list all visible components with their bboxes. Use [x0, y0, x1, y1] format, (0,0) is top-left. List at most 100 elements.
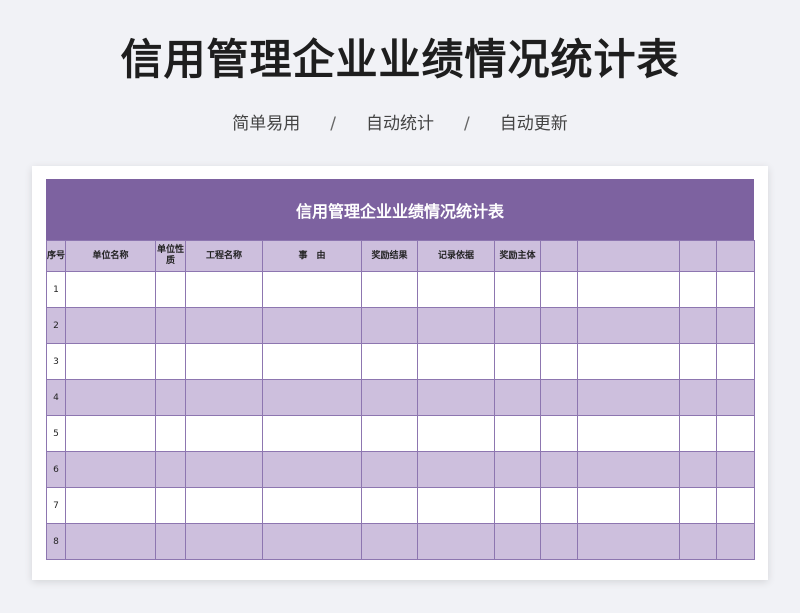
- table-row: 1: [46, 271, 755, 308]
- table-cell: [155, 271, 186, 308]
- column-header-reward-subject: 奖励主体: [494, 240, 541, 272]
- table-cell: [494, 307, 541, 344]
- table-cell: [185, 379, 263, 416]
- table-cell: [577, 487, 680, 524]
- table-cell: [716, 307, 755, 344]
- table-cell: [155, 523, 186, 560]
- table-cell: [540, 451, 578, 488]
- column-header-project-name: 工程名称: [185, 240, 263, 272]
- row-index-cell: 5: [46, 415, 66, 452]
- column-header-record-basis: 记录依据: [417, 240, 495, 272]
- table-cell: [716, 415, 755, 452]
- row-index-cell: 6: [46, 451, 66, 488]
- table-cell: [65, 379, 156, 416]
- table-cell: [716, 451, 755, 488]
- table-cell: [679, 523, 717, 560]
- table-cell: [540, 487, 578, 524]
- table-cell: [577, 451, 680, 488]
- table-cell: [417, 523, 495, 560]
- table-cell: [65, 307, 156, 344]
- table-cell: [262, 415, 362, 452]
- table-cell: [577, 343, 680, 380]
- row-index-cell: 7: [46, 487, 66, 524]
- table-cell: [65, 523, 156, 560]
- table-cell: [577, 523, 680, 560]
- table-cell: [361, 523, 418, 560]
- table-cell: [540, 523, 578, 560]
- table-cell: [262, 307, 362, 344]
- table-cell: [65, 271, 156, 308]
- table-cell: [417, 487, 495, 524]
- statistics-table: 序号 单位名称 单位性质 工程名称 事 由 奖励结果 记录依据 奖励主体 123…: [46, 240, 755, 560]
- table-cell: [65, 415, 156, 452]
- column-header-index: 序号: [46, 240, 66, 272]
- table-row: 5: [46, 415, 755, 452]
- table-cell: [417, 271, 495, 308]
- table-cell: [65, 487, 156, 524]
- sheet-header-title: 信用管理企业业绩情况统计表: [46, 179, 754, 240]
- table-cell: [361, 379, 418, 416]
- column-header-reward-result: 奖励结果: [361, 240, 418, 272]
- table-cell: [494, 487, 541, 524]
- column-header-reason: 事 由: [262, 240, 362, 272]
- tag-auto-update: 自动更新: [499, 114, 568, 134]
- table-cell: [361, 343, 418, 380]
- table-header-row: 序号 单位名称 单位性质 工程名称 事 由 奖励结果 记录依据 奖励主体: [46, 240, 755, 272]
- table-body: 12345678: [46, 271, 755, 560]
- table-cell: [679, 487, 717, 524]
- table-cell: [262, 523, 362, 560]
- table-cell: [185, 415, 263, 452]
- table-row: 2: [46, 307, 755, 344]
- table-row: 8: [46, 523, 755, 560]
- table-cell: [417, 343, 495, 380]
- table-cell: [577, 307, 680, 344]
- table-cell: [494, 451, 541, 488]
- table-cell: [494, 523, 541, 560]
- table-cell: [65, 451, 156, 488]
- table-cell: [155, 307, 186, 344]
- table-row: 6: [46, 451, 755, 488]
- row-index-cell: 3: [46, 343, 66, 380]
- tag-separator: /: [464, 114, 470, 134]
- table-cell: [65, 343, 156, 380]
- table-cell: [716, 487, 755, 524]
- table-cell: [494, 415, 541, 452]
- table-cell: [540, 343, 578, 380]
- table-cell: [540, 271, 578, 308]
- row-index-cell: 4: [46, 379, 66, 416]
- table-cell: [540, 307, 578, 344]
- table-cell: [577, 415, 680, 452]
- table-cell: [494, 379, 541, 416]
- table-cell: [679, 415, 717, 452]
- table-cell: [679, 307, 717, 344]
- table-cell: [417, 415, 495, 452]
- table-cell: [417, 451, 495, 488]
- table-cell: [361, 307, 418, 344]
- table-cell: [494, 271, 541, 308]
- table-cell: [679, 271, 717, 308]
- table-cell: [540, 379, 578, 416]
- table-cell: [679, 451, 717, 488]
- table-cell: [155, 343, 186, 380]
- table-cell: [185, 343, 263, 380]
- row-index-cell: 8: [46, 523, 66, 560]
- table-row: 3: [46, 343, 755, 380]
- table-cell: [155, 451, 186, 488]
- column-header-blank: [716, 240, 755, 272]
- tag-separator: /: [330, 114, 336, 134]
- table-cell: [185, 523, 263, 560]
- table-cell: [716, 379, 755, 416]
- table-cell: [540, 415, 578, 452]
- page-title: 信用管理企业业绩情况统计表: [120, 35, 680, 84]
- table-cell: [262, 487, 362, 524]
- spreadsheet-preview: 信用管理企业业绩情况统计表 序号 单位名称 单位性质 工程名称 事 由 奖励结果: [32, 166, 768, 580]
- table-cell: [185, 487, 263, 524]
- table-cell: [262, 451, 362, 488]
- table-cell: [417, 379, 495, 416]
- table-cell: [361, 415, 418, 452]
- column-header-blank: [679, 240, 717, 272]
- table-row: 4: [46, 379, 755, 416]
- column-header-blank: [577, 240, 680, 272]
- table-cell: [679, 343, 717, 380]
- table-cell: [716, 271, 755, 308]
